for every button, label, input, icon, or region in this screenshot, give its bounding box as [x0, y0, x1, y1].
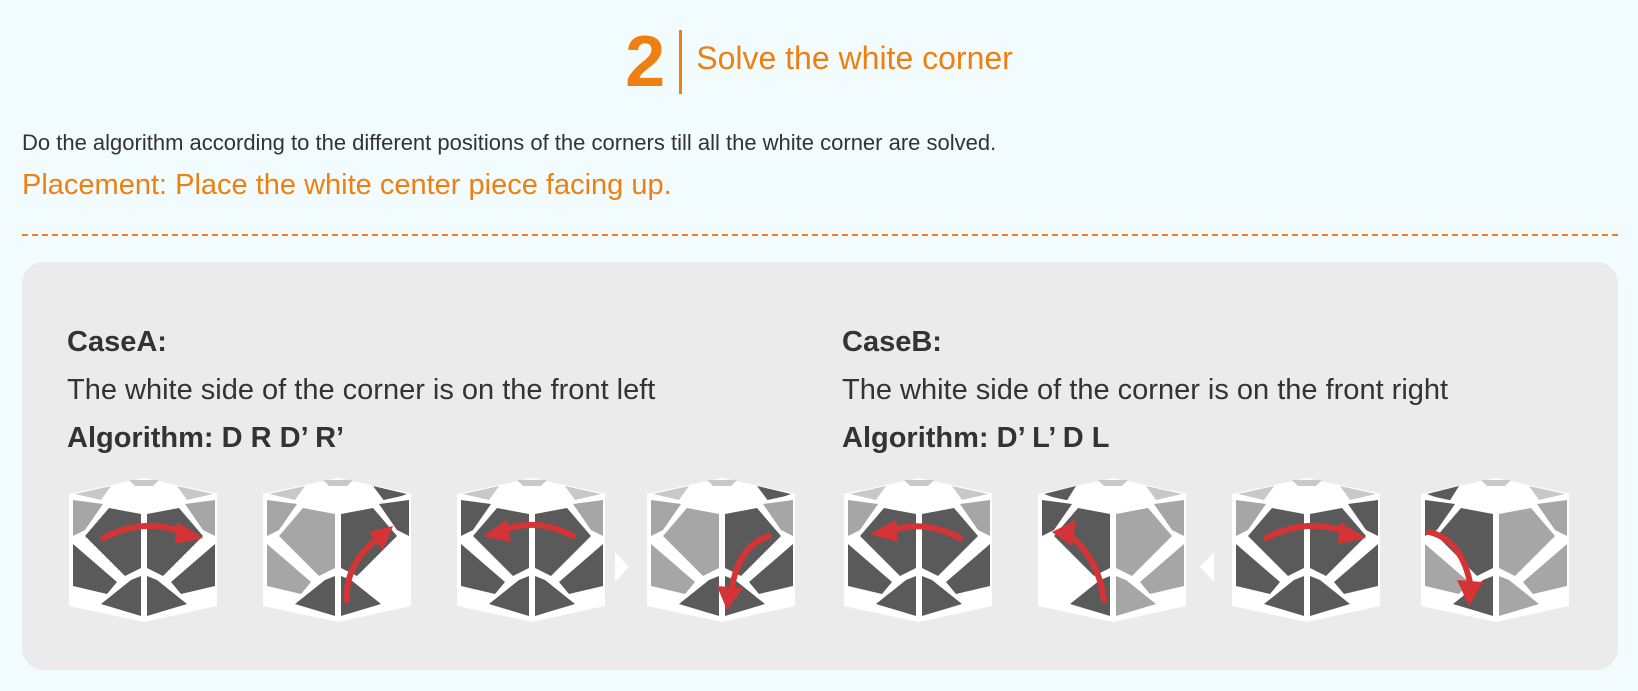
case-a-title: CaseA:: [67, 326, 167, 358]
cases-panel: CaseA: The white side of the corner is o…: [22, 262, 1618, 670]
case-b-algorithm: Algorithm: D’ L’ D L: [842, 422, 1110, 454]
section-divider: [22, 234, 1618, 236]
case-b-description: The white side of the corner is on the f…: [842, 374, 1449, 406]
case-b-title: CaseB:: [842, 326, 942, 358]
skewb-move-r-prime-icon: [645, 476, 799, 624]
skewb-move-l-prime-icon: [1036, 476, 1190, 624]
tutorial-page: 2 Solve the white corner Do the algorith…: [0, 0, 1638, 691]
step-divider: [679, 30, 683, 94]
case-a-description: The white side of the corner is on the f…: [67, 374, 656, 406]
connector-right-icon: [613, 550, 631, 584]
skewb-move-r-icon: [261, 476, 415, 624]
skewb-move-d-prime-icon: [455, 476, 609, 624]
skewb-move-d-prime-icon: [842, 476, 996, 624]
case-b: CaseB: The white side of the corner is o…: [842, 324, 1448, 456]
case-a-algorithm: Algorithm: D R D’ R’: [67, 422, 345, 454]
step-header: 2 Solve the white corner: [0, 26, 1638, 98]
intro-text: Do the algorithm according to the differ…: [22, 130, 997, 155]
connector-left-icon: [1198, 550, 1216, 584]
placement-text: Placement: Place the white center piece …: [22, 169, 672, 201]
case-a: CaseA: The white side of the corner is o…: [67, 324, 655, 456]
step-number: 2: [625, 22, 666, 102]
skewb-move-d-icon: [1230, 476, 1384, 624]
step-title: Solve the white corner: [696, 40, 1013, 76]
skewb-move-l-icon: [1419, 476, 1573, 624]
skewb-move-d-icon: [67, 476, 221, 624]
